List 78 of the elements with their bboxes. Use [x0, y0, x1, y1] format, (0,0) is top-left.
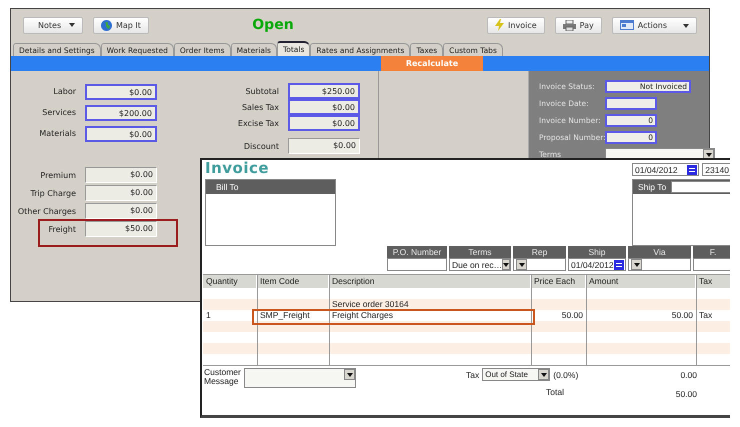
field-label: Subtotal	[244, 86, 279, 96]
amount-field[interactable]: $0.00	[288, 99, 360, 115]
toolbar-button[interactable]: Pay	[554, 16, 602, 34]
toolbar-button[interactable]: Invoice	[487, 16, 545, 34]
status-text: Open	[251, 17, 295, 33]
column-header: Item Code	[257, 275, 329, 288]
table-cell-text: SMP_Freight	[259, 310, 311, 321]
amount-field[interactable]: $0.00	[85, 126, 157, 142]
dropdown-field[interactable]	[513, 258, 566, 271]
invoice-title: Invoice	[205, 160, 270, 176]
total-amount: 50.00	[676, 389, 697, 399]
globe-icon	[101, 20, 112, 30]
amount-field[interactable]: $0.00	[85, 203, 157, 219]
column-header: Quantity	[203, 275, 257, 288]
info-field[interactable]	[605, 97, 657, 110]
date-field[interactable]: 01/04/2012	[632, 163, 700, 176]
amount-field[interactable]: $0.00	[85, 84, 157, 100]
amount-field[interactable]: $200.00	[85, 104, 157, 120]
field-label: Labor	[52, 87, 76, 96]
table-cell-text: Tax	[698, 310, 714, 321]
table-cell-text: Freight Charges	[331, 310, 394, 321]
amount-field[interactable]: $0.00	[85, 185, 157, 201]
column-label: F.	[693, 246, 730, 258]
field-label: Other Charges	[16, 206, 76, 216]
invoice-number-field[interactable]: 23140	[702, 163, 730, 176]
bill-to-box[interactable]: Bill To	[205, 179, 336, 246]
table-cell-text: 50.00	[560, 310, 584, 321]
dropdown-field[interactable]: Due on rec…	[449, 258, 511, 271]
total-label: Total	[546, 387, 565, 397]
lightning-icon	[495, 19, 504, 31]
field-label: Discount	[242, 142, 279, 150]
amount-field[interactable]: $0.00	[288, 138, 360, 154]
column-label: Via	[628, 246, 691, 258]
input-field[interactable]	[693, 258, 730, 271]
column-label: Rep	[513, 246, 566, 258]
map-button[interactable]: Map It	[93, 16, 149, 34]
amount-field[interactable]: $0.00	[85, 167, 157, 183]
table-cell-text: Service order 30164	[331, 299, 410, 310]
ship-to-box[interactable]: Ship To	[632, 179, 730, 246]
notes-dropdown[interactable]: Notes	[23, 16, 83, 34]
tax-amount: 0.00	[680, 370, 697, 380]
customer-message-label: Customer Message	[204, 368, 242, 386]
column-label: P.O. Number	[387, 246, 447, 258]
bill-to-label: Bill To	[215, 182, 240, 192]
column-header: Price Each	[531, 275, 586, 288]
tax-label: Tax	[466, 370, 480, 380]
customer-message-dropdown[interactable]	[244, 368, 356, 388]
caret-icon	[683, 24, 689, 28]
column-label: Ship	[568, 246, 626, 258]
caret-icon	[69, 23, 75, 27]
amount-field[interactable]: $0.00	[288, 115, 360, 131]
ship-to-field[interactable]	[671, 181, 730, 193]
table-cell-text: 1	[205, 310, 212, 321]
field-label: Sales Tax	[240, 102, 279, 112]
field-label: Trip Charge	[29, 188, 76, 198]
field-label: Materials	[38, 129, 76, 138]
field-label: Excise Tax	[236, 118, 279, 128]
ship-to-label: Ship To	[637, 182, 668, 192]
window-icon	[620, 20, 634, 30]
field-label: Freight	[47, 224, 76, 234]
actions-menu-button[interactable]: Actions	[612, 16, 697, 34]
column-header: Tax	[696, 275, 730, 288]
printer-icon	[562, 20, 576, 30]
column-header: Description	[329, 275, 531, 288]
column-label: Terms	[449, 246, 511, 258]
field-label: Premium	[39, 170, 76, 180]
tax-dropdown[interactable]: Out of State	[482, 368, 550, 381]
calendar-icon	[687, 164, 698, 174]
table-cell-text: 50.00	[670, 310, 694, 321]
amount-field[interactable]: $250.00	[288, 83, 360, 99]
input-field[interactable]	[387, 258, 447, 271]
date-field[interactable]: 01/04/2012	[568, 258, 626, 271]
amount-field[interactable]: $50.00	[85, 221, 157, 237]
dropdown-field[interactable]	[628, 258, 691, 271]
field-label: Services	[41, 108, 76, 117]
calendar-icon	[614, 260, 624, 270]
tax-rate: (0.0%)	[553, 370, 578, 380]
column-header: Amount	[586, 275, 696, 288]
